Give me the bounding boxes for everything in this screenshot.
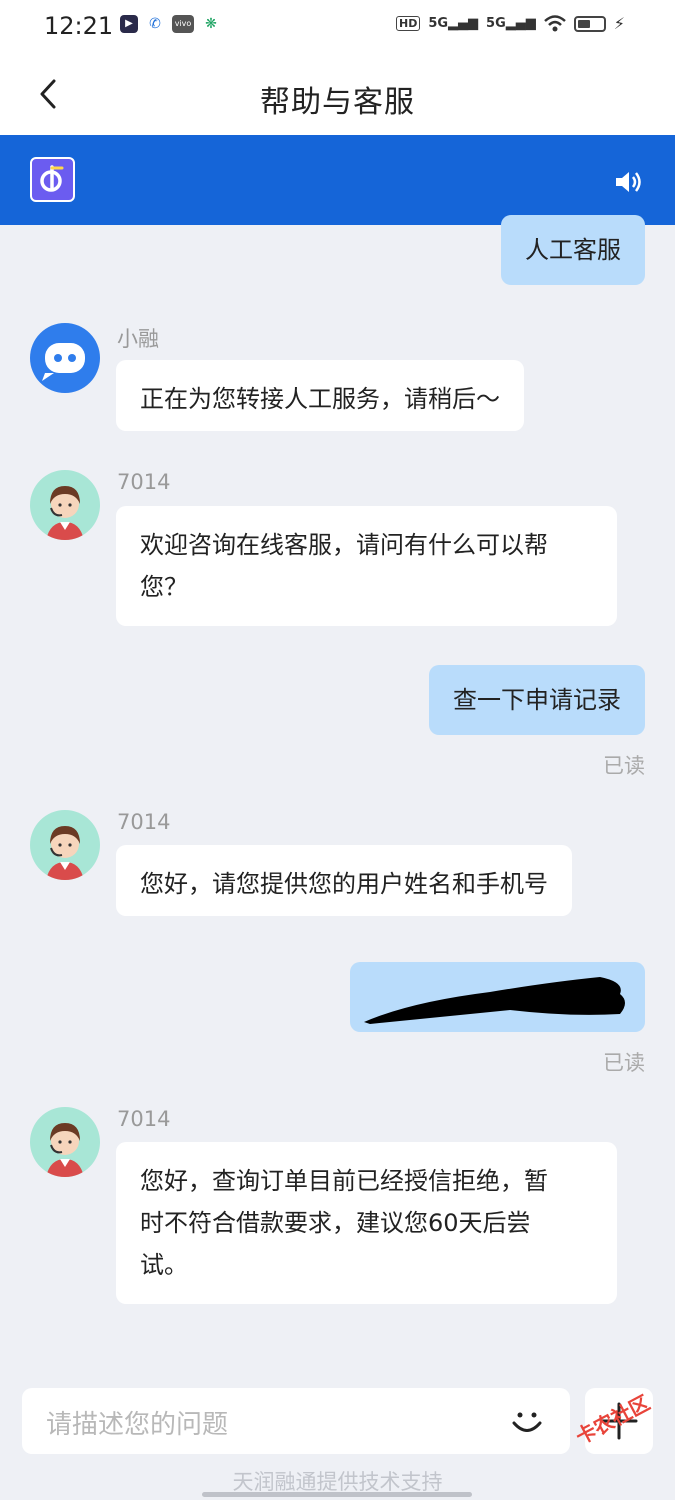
robot-icon [42, 343, 85, 381]
message-text: 正在为您转接人工服务，请稍后～ [140, 385, 500, 413]
charging-icon: ⚡ [613, 14, 625, 33]
agent-face-icon [46, 1123, 84, 1177]
sender-name: 7014 [117, 470, 171, 494]
app-notification-icon: ▶ [120, 15, 138, 33]
message-outgoing-redacted [350, 962, 645, 1032]
message-incoming: 欢迎咨询在线客服，请问有什么可以帮 您？ [116, 506, 617, 626]
emoji-icon[interactable] [508, 1402, 546, 1440]
system-icons: HD 5G▂▄▆ 5G▂▄▆ ⚡ [395, 14, 625, 33]
wifi-icon [543, 14, 566, 31]
message-outgoing: 查一下申请记录 [429, 665, 645, 735]
message-text: 人工客服 [525, 236, 621, 264]
notification-icons: ▶ ✆ vivo ❋ [120, 15, 220, 33]
message-text: 您好，请您提供您的用户姓名和手机号 [140, 870, 548, 898]
message-line: 欢迎咨询在线客服，请问有什么可以帮 [140, 531, 548, 559]
read-status: 已读 [603, 1051, 645, 1075]
message-line: 您？ [140, 573, 188, 601]
telecom-icon: ✆ [146, 15, 164, 33]
chat-header [0, 135, 675, 225]
battery-icon [573, 15, 606, 32]
message-incoming: 您好，请您提供您的用户姓名和手机号 [116, 845, 572, 916]
vivo-icon: vivo [172, 15, 194, 33]
speaker-icon[interactable] [613, 167, 643, 197]
input-placeholder: 请描述您的问题 [46, 1410, 229, 1440]
chat-area[interactable]: 人工客服 小融 正在为您转接人工服务，请稍后～ 7014 欢迎咨询在线客服，请问… [0, 215, 675, 1385]
page-title: 帮助与客服 [260, 85, 415, 120]
bot-avatar[interactable] [30, 323, 100, 393]
read-status: 已读 [603, 754, 645, 778]
message-text: 查一下申请记录 [453, 686, 621, 714]
message-outgoing: 人工客服 [501, 215, 645, 285]
sender-name: 7014 [117, 1107, 171, 1131]
signal-icon-2: 5G▂▄▆ [486, 16, 536, 31]
agent-avatar[interactable] [30, 810, 100, 880]
agent-face-icon [46, 826, 84, 880]
home-indicator[interactable] [202, 1492, 472, 1497]
sender-name: 7014 [117, 810, 171, 834]
message-input[interactable]: 请描述您的问题 [22, 1388, 570, 1454]
message-line: 试。 [140, 1251, 188, 1279]
status-time: 12:21 [44, 12, 114, 40]
hd-icon: HD [395, 16, 421, 31]
sender-name: 小融 [117, 327, 159, 351]
agent-avatar[interactable] [30, 470, 100, 540]
status-bar: 12:21 ▶ ✆ vivo ❋ HD 5G▂▄▆ 5G▂▄▆ ⚡ [0, 0, 675, 55]
message-line: 时不符合借款要求，建议您60天后尝 [140, 1209, 531, 1237]
agent-face-icon [46, 486, 84, 540]
message-line: 您好，查询订单目前已经授信拒绝，暂 [140, 1167, 548, 1195]
network-type-1: 5G [428, 16, 449, 31]
agent-avatar[interactable] [30, 1107, 100, 1177]
message-incoming: 您好，查询订单目前已经授信拒绝，暂 时不符合借款要求，建议您60天后尝 试。 [116, 1142, 617, 1304]
logo-mark-icon [40, 165, 64, 192]
nav-bar: 帮助与客服 [0, 55, 675, 135]
app-logo [30, 157, 75, 202]
mobile-icon: ❋ [202, 15, 220, 33]
redaction-scribble [364, 977, 625, 1024]
signal-icon-1: 5G▂▄▆ [428, 16, 479, 31]
message-incoming: 正在为您转接人工服务，请稍后～ [116, 360, 524, 431]
network-type-2: 5G [486, 16, 506, 31]
